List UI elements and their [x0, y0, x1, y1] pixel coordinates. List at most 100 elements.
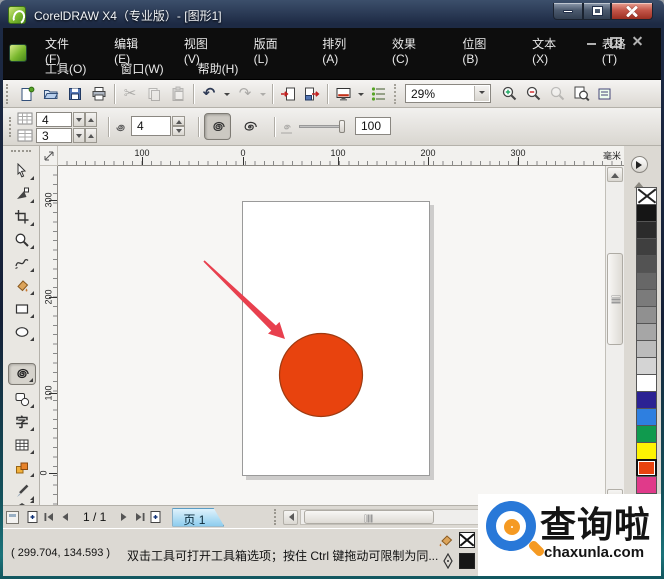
spin-up-button[interactable]: [85, 112, 97, 127]
zoom-levels-combo[interactable]: 29%: [405, 84, 491, 103]
docker-toggle-icon[interactable]: [6, 511, 19, 524]
palette-swatch-gray-60[interactable]: [636, 272, 657, 290]
application-launcher-button[interactable]: [331, 82, 355, 106]
export-button[interactable]: [300, 82, 324, 106]
palette-swatch-navy-blue[interactable]: [636, 391, 657, 409]
zoom-combo-dropdown[interactable]: [474, 86, 489, 101]
undo-button[interactable]: ↶: [197, 82, 221, 106]
palette-swatch-magenta[interactable]: [636, 476, 657, 494]
ellipse-tool[interactable]: [8, 321, 36, 343]
options-button[interactable]: [593, 82, 617, 106]
welcome-screen-button[interactable]: [367, 82, 391, 106]
doc-minimize-icon[interactable]: [586, 36, 597, 46]
launcher-dropdown-button[interactable]: [355, 82, 367, 106]
crop-tool[interactable]: [8, 206, 36, 228]
print-button[interactable]: [87, 82, 111, 106]
spin-down-button[interactable]: [172, 126, 185, 136]
palette-swatch-gray-70[interactable]: [636, 255, 657, 273]
menu-effects[interactable]: 效果(C): [382, 32, 438, 69]
doc-restore-icon[interactable]: [609, 36, 620, 46]
next-page-button[interactable]: [116, 509, 132, 525]
palette-swatch-gray-20[interactable]: [636, 340, 657, 358]
drawing-canvas[interactable]: [58, 166, 605, 505]
add-page-after-button[interactable]: [148, 509, 164, 525]
menu-text[interactable]: 文本(X): [522, 32, 578, 69]
menu-tools[interactable]: 工具(O): [35, 57, 96, 80]
save-button[interactable]: [63, 82, 87, 106]
shape-tool[interactable]: [8, 183, 36, 205]
spiral-tool[interactable]: [8, 363, 36, 385]
palette-swatch-no-color[interactable]: [636, 187, 657, 205]
palette-swatch-gray-40[interactable]: [636, 306, 657, 324]
zoom-tool[interactable]: [8, 229, 36, 251]
vertical-scrollbar[interactable]: [605, 166, 624, 505]
freehand-tool[interactable]: [8, 252, 36, 274]
palette-swatch-gray-50[interactable]: [636, 289, 657, 307]
graph-paper-columns-field[interactable]: 4: [36, 112, 72, 127]
first-page-button[interactable]: [41, 509, 57, 525]
property-bar-grip[interactable]: [9, 117, 14, 137]
previous-page-button[interactable]: [57, 509, 73, 525]
spin-up-button[interactable]: [172, 116, 185, 126]
logarithmic-spiral-button[interactable]: [236, 113, 263, 140]
add-page-button[interactable]: [25, 509, 41, 525]
import-button[interactable]: [276, 82, 300, 106]
palette-swatch-gray-10[interactable]: [636, 357, 657, 375]
slider-handle[interactable]: [339, 120, 345, 133]
maximize-button[interactable]: [583, 3, 611, 20]
vertical-scroll-thumb[interactable]: [607, 253, 623, 345]
doc-close-icon[interactable]: [632, 36, 643, 46]
scroll-up-button[interactable]: [607, 167, 623, 182]
palette-swatch-green[interactable]: [636, 425, 657, 443]
zoom-out-button[interactable]: [521, 82, 545, 106]
horizontal-scroll-thumb[interactable]: [304, 510, 434, 524]
smart-fill-tool[interactable]: [8, 275, 36, 297]
menu-bitmaps[interactable]: 位图(B): [452, 32, 508, 69]
minimize-button[interactable]: [553, 3, 583, 20]
red-arrow-annotation[interactable]: [203, 260, 285, 339]
new-document-button[interactable]: [15, 82, 39, 106]
toolbox-grip[interactable]: [11, 150, 31, 153]
palette-swatch-white[interactable]: [636, 374, 657, 392]
interactive-blend-tool[interactable]: [8, 457, 36, 479]
menu-arrange[interactable]: 排列(A): [312, 32, 368, 69]
ruler-origin[interactable]: [40, 146, 58, 166]
freehand-tool-icon: [14, 255, 30, 271]
fill-none-indicator[interactable]: [459, 532, 475, 548]
spin-up-button[interactable]: [85, 128, 97, 143]
scroll-left-button[interactable]: [283, 510, 298, 525]
scrollbar-splitter[interactable]: [274, 509, 279, 525]
palette-swatch-gray-80[interactable]: [636, 238, 657, 256]
basic-shapes-tool[interactable]: [8, 388, 36, 410]
menu-help[interactable]: 帮助(H): [188, 57, 249, 80]
palette-swatch-black[interactable]: [636, 204, 657, 222]
palette-swatch-yellow[interactable]: [636, 442, 657, 460]
spiral-expansion-field[interactable]: 100: [355, 117, 391, 135]
spiral-expansion-slider[interactable]: [299, 125, 343, 128]
spiral-revolutions-field[interactable]: 4: [131, 116, 171, 136]
table-tool[interactable]: [8, 434, 36, 456]
menu-window[interactable]: 窗口(W): [110, 57, 173, 80]
zoom-in-button[interactable]: [497, 82, 521, 106]
page-tab-1[interactable]: 页 1: [172, 508, 224, 527]
palette-swatch-blue[interactable]: [636, 408, 657, 426]
rectangle-tool[interactable]: [8, 298, 36, 320]
text-tool[interactable]: 字: [8, 411, 36, 433]
pick-tool[interactable]: [8, 160, 36, 182]
palette-flyout-button[interactable]: [631, 156, 648, 173]
last-page-button[interactable]: [132, 509, 148, 525]
zoom-to-page-button[interactable]: [569, 82, 593, 106]
spin-down-button[interactable]: [73, 128, 85, 143]
undo-dropdown-button[interactable]: [221, 82, 233, 106]
open-button[interactable]: [39, 82, 63, 106]
palette-swatch-gray-30[interactable]: [636, 323, 657, 341]
symmetrical-spiral-button[interactable]: [204, 113, 231, 140]
outline-color-indicator[interactable]: [459, 553, 475, 569]
graph-paper-rows-field[interactable]: 3: [36, 128, 72, 143]
red-circle-shape[interactable]: [280, 334, 363, 417]
close-button[interactable]: [611, 3, 653, 20]
palette-swatch-orange-red[interactable]: [636, 459, 657, 477]
toolbar-grip[interactable]: [6, 84, 11, 104]
spin-down-button[interactable]: [73, 112, 85, 127]
palette-swatch-gray-90[interactable]: [636, 221, 657, 239]
